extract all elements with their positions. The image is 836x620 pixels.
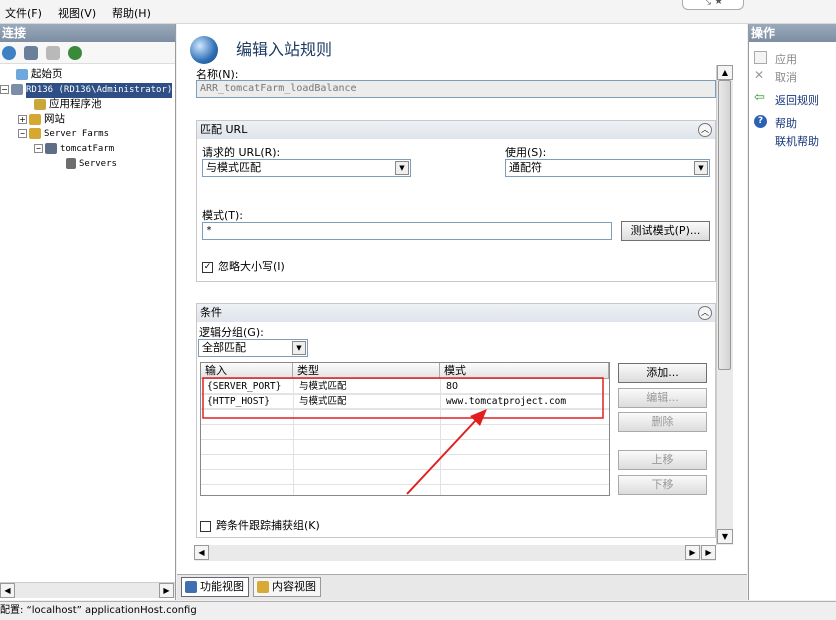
actions-pane: 操作 应用 ✕ 取消 ⇦ 返回规则 ? 帮助 联机帮助 [748,24,836,600]
online-help-link[interactable]: 联机帮助 [775,133,819,149]
track-captures-row[interactable]: 跨条件跟踪捕获组(K) [200,517,320,533]
move-down-button[interactable]: 下移 [618,475,707,495]
help-icon: ? [754,115,767,128]
tab-label: 内容视图 [272,580,316,593]
scroll-left-icon[interactable]: ◀ [194,545,209,560]
apply-icon [754,51,767,64]
back-arrow-icon: ⇦ [754,90,765,105]
scroll-right-end-icon[interactable]: ▶ [701,545,716,560]
tab-features-view[interactable]: 功能视图 [181,577,249,597]
cancel-icon: ✕ [754,68,765,82]
tab-label: 功能视图 [200,580,244,593]
add-button[interactable]: 添加... [618,363,707,383]
apply-action[interactable]: 应用 [775,51,797,67]
highlight-box [202,377,604,419]
track-captures-checkbox[interactable] [200,520,211,532]
view-tabs: 功能视图 内容视图 [177,574,747,600]
help-link[interactable]: 帮助 [775,115,797,131]
delete-button[interactable]: 删除 [618,412,707,432]
edit-button[interactable]: 编辑... [618,388,707,408]
move-up-button[interactable]: 上移 [618,450,707,470]
track-captures-label: 跨条件跟踪捕获组(K) [216,519,320,532]
content-hscrollbar[interactable]: ◀ ▶ ▶ [194,545,716,561]
scroll-up-icon[interactable]: ▲ [717,65,733,80]
back-to-rules-link[interactable]: 返回规则 [775,92,819,108]
status-text: 配置: “localhost” applicationHost.config [0,605,197,616]
annotation-arrow [406,418,478,495]
actions-header: 操作 [749,24,836,42]
vscroll-thumb[interactable] [718,80,731,370]
tab-content-view[interactable]: 内容视图 [253,577,321,597]
content-view-icon [257,581,269,593]
scroll-down-icon[interactable]: ▼ [717,529,733,544]
status-bar: 配置: “localhost” applicationHost.config [0,601,836,620]
annotation-overlay [202,377,604,495]
scroll-right-icon[interactable]: ▶ [685,545,700,560]
cancel-action[interactable]: 取消 [775,69,797,85]
features-view-icon [185,581,197,593]
